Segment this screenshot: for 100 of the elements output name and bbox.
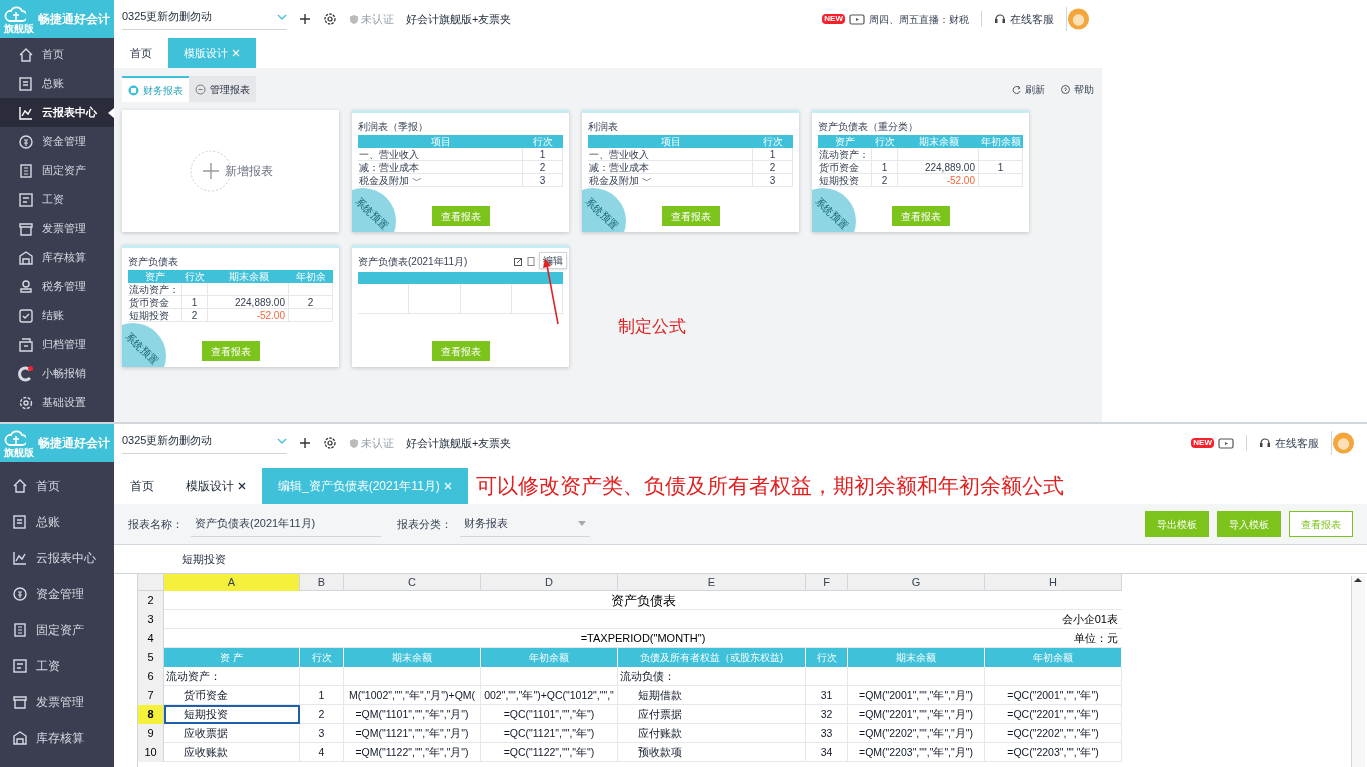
account-select[interactable]: 0325更新勿删勿动 bbox=[122, 8, 287, 30]
row-header[interactable]: 3 bbox=[138, 610, 164, 629]
sidebar-item[interactable]: 首页 bbox=[0, 40, 114, 69]
tab[interactable]: 首页 bbox=[114, 38, 168, 68]
tab[interactable]: 模版设计 bbox=[170, 468, 262, 504]
column-header: 年初余额 bbox=[980, 135, 1022, 148]
sidebar-item[interactable]: 云报表中心 bbox=[0, 98, 114, 127]
table-cell: =QC("2001","","年") bbox=[985, 686, 1122, 705]
sidebar-item[interactable]: 资金管理 bbox=[0, 576, 114, 612]
table-cell: M("1002","","年","月")+QM( bbox=[344, 686, 481, 705]
sidebar-item[interactable]: 工资 bbox=[0, 185, 114, 214]
live-schedule-link[interactable]: 周四、周五直播：财税 bbox=[869, 11, 969, 27]
row-header[interactable]: 9 bbox=[138, 724, 164, 743]
column-header: 行次 bbox=[532, 135, 554, 148]
column-header[interactable]: B bbox=[300, 574, 344, 591]
table-cell: =QC("1122","","年") bbox=[481, 743, 618, 762]
report-name-field[interactable]: 资产负债表(2021年11月) bbox=[191, 511, 381, 537]
tab[interactable]: 首页 bbox=[114, 468, 170, 504]
column-header[interactable]: C bbox=[344, 574, 481, 591]
column-header[interactable]: F bbox=[806, 574, 848, 591]
table-cell: 1 bbox=[300, 686, 344, 705]
column-header: 行次 bbox=[184, 270, 206, 283]
column-header[interactable]: D bbox=[481, 574, 618, 591]
sidebar-item[interactable]: 税务管理 bbox=[0, 272, 114, 301]
column-header: 期末余额 bbox=[227, 270, 270, 283]
toolbar-link[interactable]: 刷新 bbox=[1012, 81, 1045, 97]
row-header[interactable]: 10 bbox=[138, 743, 164, 762]
sidebar-item[interactable]: 云报表中心 bbox=[0, 540, 114, 576]
annotation-text: 可以修改资产类、负债及所有者权益，期初余额和年初余额公式 bbox=[475, 473, 1064, 500]
column-header: 年初余 bbox=[295, 270, 327, 283]
table-cell: 1 bbox=[753, 148, 793, 161]
row-header[interactable]: 4 bbox=[138, 629, 164, 648]
card-title: 资产负债表(2021年11月) bbox=[358, 254, 468, 269]
sidebar-item[interactable]: 总账 bbox=[0, 504, 114, 540]
column-header: 资产 bbox=[834, 135, 856, 148]
row-header[interactable]: 6 bbox=[138, 667, 164, 686]
table-cell: 短期投资 bbox=[164, 705, 300, 724]
row-header[interactable]: 5 bbox=[138, 648, 164, 667]
subtab[interactable]: 管理报表 bbox=[189, 76, 256, 102]
formula-bar[interactable]: 短期投资 bbox=[114, 544, 1367, 574]
sidebar-item[interactable]: 结账 bbox=[0, 301, 114, 330]
table-cell: =QM("2001","","年","月") bbox=[848, 686, 985, 705]
table-header-cell: 行次 bbox=[806, 648, 848, 667]
row-header[interactable]: 8 bbox=[138, 705, 164, 724]
table-cell: 税金及附加 ﹀ bbox=[358, 174, 523, 187]
sidebar-item[interactable]: 首页 bbox=[0, 468, 114, 504]
sheet-note: 单位：元 bbox=[1073, 631, 1118, 647]
table-cell: 一、营业收入 bbox=[588, 148, 753, 161]
card-title: 资产负债表 bbox=[128, 254, 178, 269]
column-header[interactable]: E bbox=[618, 574, 806, 591]
annotation-text: 制定公式 bbox=[618, 316, 686, 338]
toolbar-link[interactable]: 帮助 bbox=[1061, 81, 1094, 97]
column-header[interactable]: H bbox=[985, 574, 1122, 591]
sidebar-item[interactable]: 资金管理 bbox=[0, 127, 114, 156]
row-header[interactable]: 7 bbox=[138, 686, 164, 705]
support-link[interactable]: 在线客服 bbox=[1010, 10, 1054, 28]
sidebar-item[interactable]: 小畅报销 bbox=[0, 359, 114, 388]
app-name: 畅捷通好会计 bbox=[38, 11, 110, 28]
edition-label: 旗舰版 bbox=[4, 446, 34, 458]
table-cell: 2 bbox=[753, 161, 793, 174]
table-cell: 短期投资 bbox=[128, 309, 182, 322]
table-cell: =QC("1101","","年") bbox=[481, 705, 618, 724]
sidebar-item[interactable]: 固定资产 bbox=[0, 156, 114, 185]
account-select[interactable]: 0325更新勿删勿动 bbox=[122, 432, 287, 454]
preset-label: 系统预置 bbox=[352, 194, 392, 232]
table-header-cell: 年初余额 bbox=[481, 648, 618, 667]
table-cell: 货币资金 bbox=[818, 161, 872, 174]
table-header-cell: 年初余额 bbox=[985, 648, 1122, 667]
sidebar-item[interactable]: 固定资产 bbox=[0, 612, 114, 648]
card-title: 资产负债表（重分类） bbox=[818, 119, 918, 134]
sidebar-item[interactable]: 库存核算 bbox=[0, 243, 114, 272]
sheet-title: =TAXPERIOD("MONTH") bbox=[580, 631, 706, 647]
table-cell: 31 bbox=[806, 686, 848, 705]
certification-status: 未认证 bbox=[361, 435, 394, 451]
table-header-cell: 资 产 bbox=[164, 648, 300, 667]
new-badge: NEW bbox=[1191, 438, 1214, 448]
support-link[interactable]: 在线客服 bbox=[1275, 434, 1319, 452]
row-header[interactable]: 2 bbox=[138, 591, 164, 611]
table-header-cell: 期末余额 bbox=[848, 648, 985, 667]
sidebar-item[interactable]: 基础设置 bbox=[0, 388, 114, 417]
sidebar-item[interactable]: 工资 bbox=[0, 648, 114, 684]
sidebar-item[interactable]: 发票管理 bbox=[0, 684, 114, 720]
table-cell: 1 bbox=[182, 296, 208, 309]
sidebar-item[interactable]: 库存核算 bbox=[0, 720, 114, 756]
table-cell: 3 bbox=[523, 174, 563, 187]
column-header: 项目 bbox=[429, 135, 452, 148]
column-header[interactable]: A bbox=[164, 574, 300, 591]
column-header[interactable]: G bbox=[848, 574, 985, 591]
table-cell: =QC("2203","","年") bbox=[985, 743, 1122, 762]
add-report-link[interactable]: 新增报表 bbox=[224, 162, 273, 180]
sidebar-item[interactable]: 总账 bbox=[0, 69, 114, 98]
sidebar-item[interactable]: 归档管理 bbox=[0, 330, 114, 359]
category-select[interactable]: 财务报表 bbox=[460, 511, 590, 537]
app-name: 畅捷通好会计 bbox=[38, 435, 110, 452]
sidebar-item[interactable]: 发票管理 bbox=[0, 214, 114, 243]
column-header: 期末余额 bbox=[917, 135, 960, 148]
column-header: 行次 bbox=[874, 135, 896, 148]
table-cell: =QM("2203","","年","月") bbox=[848, 743, 985, 762]
table-cell: 减：营业成本 bbox=[588, 161, 753, 174]
preset-label: 系统预置 bbox=[122, 329, 162, 367]
